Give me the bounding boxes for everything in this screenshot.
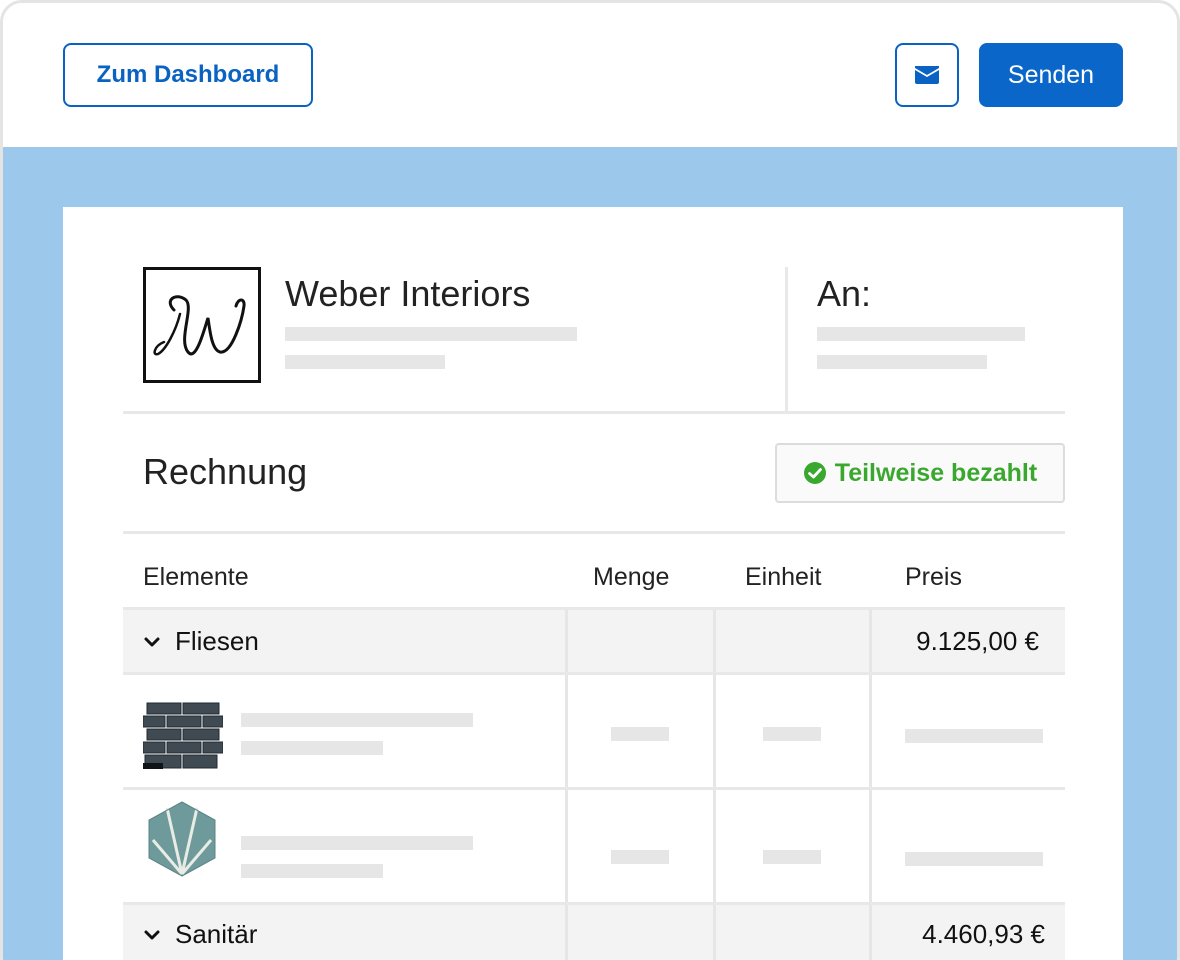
group-label-text: Sanitär — [175, 919, 258, 949]
item-name-placeholder — [241, 836, 473, 850]
quantity-placeholder — [611, 850, 669, 864]
company-name: Weber Interiors — [285, 273, 531, 314]
company-address-line — [285, 355, 445, 369]
item-desc-placeholder — [241, 741, 383, 755]
recipient-address-line — [817, 327, 1025, 341]
column-divider — [713, 790, 716, 902]
column-divider — [565, 610, 568, 672]
column-divider — [869, 610, 872, 672]
column-divider — [869, 790, 872, 902]
recipient-address-line — [817, 355, 987, 369]
payment-status-text: Teilweise bezahlt — [834, 458, 1038, 487]
back-to-dashboard-button[interactable]: Zum Dashboard — [63, 43, 313, 107]
send-button[interactable]: Senden — [979, 43, 1123, 107]
invoice-document: Weber Interiors An: Rechnung Teilweise b… — [63, 207, 1123, 960]
column-header-unit: Einheit — [745, 563, 822, 591]
column-header-items: Elemente — [143, 563, 249, 591]
section-divider — [123, 411, 1065, 414]
envelope-icon — [915, 66, 939, 84]
column-divider — [565, 905, 568, 960]
dark-brick-tile-thumbnail — [143, 701, 223, 771]
quantity-placeholder — [611, 727, 669, 741]
chevron-down-icon — [144, 930, 160, 939]
price-placeholder — [905, 852, 1043, 866]
w-monogram-logo — [153, 295, 246, 356]
teal-hexagon-tile-thumbnail — [148, 801, 216, 877]
recipient-label: An: — [817, 273, 872, 314]
email-button[interactable] — [895, 43, 959, 107]
invoice-title: Rechnung — [143, 451, 308, 492]
table-row[interactable] — [123, 790, 1065, 902]
group-price: 9.125,00 € — [916, 626, 1039, 656]
header-divider — [785, 267, 788, 413]
column-divider — [565, 675, 568, 787]
group-price: 4.460,93 € — [922, 919, 1045, 949]
column-divider — [713, 905, 716, 960]
unit-placeholder — [763, 727, 821, 741]
column-divider — [713, 610, 716, 672]
column-header-quantity: Menge — [593, 563, 670, 591]
payment-status-badge[interactable]: Teilweise bezahlt — [775, 443, 1065, 503]
chevron-down-icon — [144, 637, 160, 646]
company-logo — [143, 267, 261, 383]
price-placeholder — [905, 729, 1043, 743]
column-divider — [869, 675, 872, 787]
check-circle-icon — [803, 462, 826, 484]
table-group-row[interactable]: Fliesen 9.125,00 € — [123, 610, 1065, 672]
column-divider — [565, 790, 568, 902]
column-divider — [713, 675, 716, 787]
column-divider — [869, 905, 872, 960]
table-group-row[interactable]: Sanitär 4.460,93 € — [123, 905, 1065, 960]
app-window: Zum Dashboard Senden Weber Interiors An:… — [0, 0, 1180, 960]
table-row[interactable] — [123, 675, 1065, 787]
item-name-placeholder — [241, 713, 473, 727]
top-toolbar: Zum Dashboard Senden — [3, 3, 1177, 147]
company-address-line — [285, 327, 577, 341]
group-toggle[interactable]: Sanitär — [143, 919, 257, 950]
item-desc-placeholder — [241, 864, 383, 878]
column-header-price: Preis — [905, 563, 962, 591]
group-toggle[interactable]: Fliesen — [143, 626, 259, 657]
group-label-text: Fliesen — [175, 626, 259, 656]
section-divider — [123, 531, 1065, 534]
unit-placeholder — [763, 850, 821, 864]
document-canvas: Weber Interiors An: Rechnung Teilweise b… — [3, 147, 1177, 960]
